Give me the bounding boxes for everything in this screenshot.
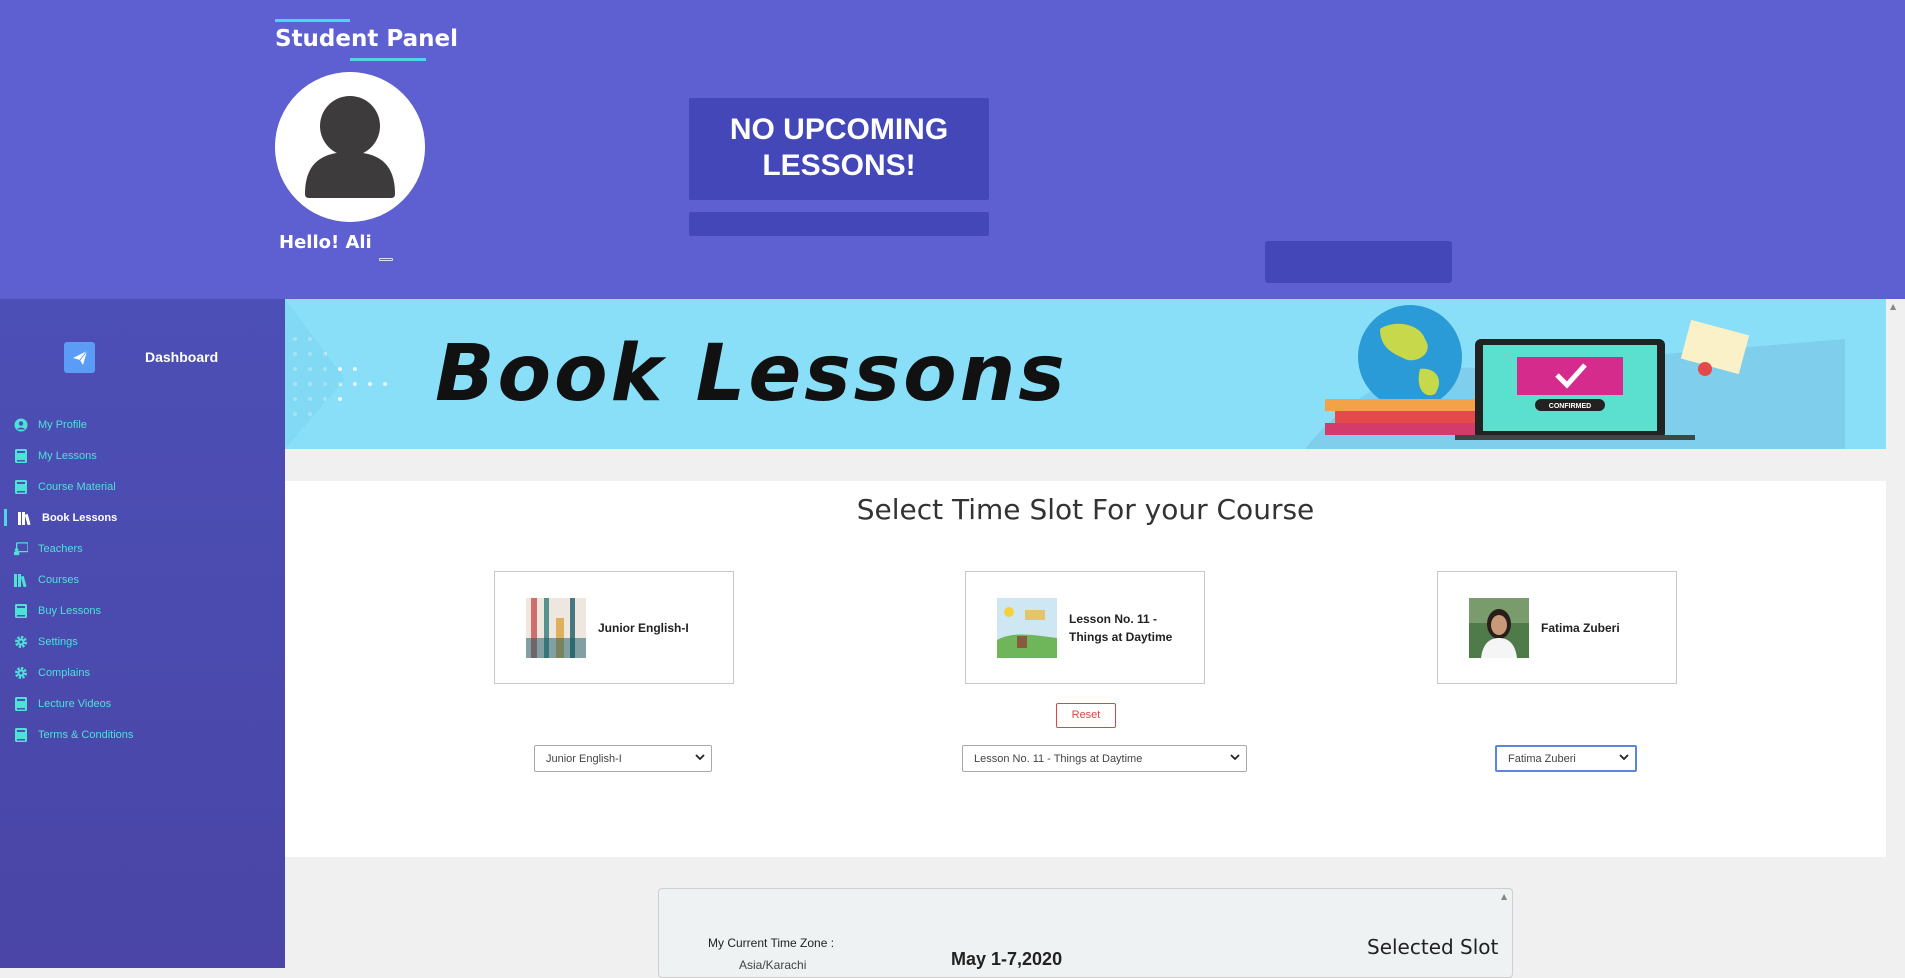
- course-card[interactable]: Junior English-I: [494, 571, 734, 684]
- confirmed-stamp-text: CONFIRMED: [1549, 403, 1591, 410]
- sidebar-item-courses[interactable]: Courses: [0, 564, 285, 595]
- sidebar-item-teachers[interactable]: Teachers: [0, 533, 285, 564]
- sidebar-item-label: Teachers: [38, 542, 83, 555]
- teacher-name: Fatima Zuberi: [1541, 620, 1620, 635]
- chevron-down-icon: [1230, 752, 1240, 765]
- sidebar: Dashboard My Profile My Lessons Course M…: [0, 299, 285, 968]
- sidebar-item-label: Courses: [38, 573, 79, 586]
- sidebar-item-label: My Profile: [38, 418, 87, 431]
- sidebar-item-label: Complains: [38, 666, 90, 679]
- sidebar-item-label: My Lessons: [38, 449, 97, 462]
- sidebar-item-label: Book Lessons: [42, 511, 118, 524]
- sidebar-item-label: Terms & Conditions: [38, 728, 134, 741]
- upcoming-lessons-bar: [689, 212, 989, 236]
- sidebar-item-my-lessons[interactable]: My Lessons: [0, 440, 285, 471]
- lesson-card[interactable]: Lesson No. 11 - Things at Daytime: [965, 571, 1205, 684]
- timezone-label: My Current Time Zone :: [708, 936, 835, 950]
- chevron-down-icon: [1619, 752, 1629, 765]
- sidebar-item-course-material[interactable]: Course Material: [0, 471, 285, 502]
- dot-pattern-decoration: [285, 299, 387, 449]
- gear-icon: [14, 666, 28, 680]
- chalkboard-teacher-icon: [14, 541, 28, 556]
- book-lessons-banner: Book Lessons CONFIRMED: [285, 299, 1886, 449]
- sidebar-item-terms-conditions[interactable]: Terms & Conditions: [0, 719, 285, 750]
- sidebar-item-label: Lecture Videos: [38, 697, 112, 710]
- title-underline: [350, 58, 426, 61]
- section-title: Select Time Slot For your Course: [856, 493, 1315, 526]
- top-header: Student Panel Hello! Ali NO UPCOMING LES…: [0, 0, 1905, 299]
- teacher-select[interactable]: Fatima Zuberi: [1495, 745, 1637, 772]
- teacher-card[interactable]: Fatima Zuberi: [1437, 571, 1677, 684]
- selected-slot-heading: Selected Slot: [1367, 935, 1499, 959]
- lesson-name: Lesson No. 11 - Things at Daytime: [1069, 611, 1173, 644]
- teacher-photo: [1469, 597, 1529, 658]
- course-select-value: Junior English-I: [546, 752, 622, 765]
- title-accent-line: [275, 19, 350, 22]
- user-silhouette-icon: [275, 72, 425, 222]
- course-thumbnail: [526, 597, 586, 658]
- week-range: May 1-7,2020: [951, 949, 1063, 969]
- book-icon: [14, 696, 28, 711]
- greeting: Hello! Ali: [279, 232, 372, 253]
- books-icon: [18, 511, 32, 525]
- sidebar-item-complains[interactable]: Complains: [0, 657, 285, 688]
- book-icon: [14, 603, 28, 618]
- avatar[interactable]: [275, 72, 425, 222]
- sidebar-item-my-profile[interactable]: My Profile: [0, 409, 285, 440]
- book-icon: [14, 727, 28, 742]
- teacher-select-value: Fatima Zuberi: [1508, 752, 1576, 765]
- banner-title: Book Lessons: [435, 329, 1068, 419]
- dashboard-link[interactable]: Dashboard: [145, 349, 218, 365]
- scroll-up-arrow-icon[interactable]: ▲: [1501, 892, 1507, 901]
- chevron-down-icon: [695, 752, 705, 765]
- course-select[interactable]: Junior English-I: [534, 745, 712, 772]
- upcoming-lessons-notice: NO UPCOMING LESSONS!: [689, 98, 989, 200]
- paper-plane-icon[interactable]: [64, 342, 95, 373]
- sidebar-item-label: Course Material: [38, 480, 116, 493]
- lesson-select-value: Lesson No. 11 - Things at Daytime: [974, 752, 1143, 765]
- sidebar-item-label: Settings: [38, 635, 78, 648]
- sidebar-item-book-lessons[interactable]: Book Lessons: [0, 502, 285, 533]
- user-circle-icon: [14, 418, 28, 432]
- book-icon: [14, 479, 28, 494]
- panel-title: Student Panel: [275, 26, 458, 52]
- sidebar-item-lecture-videos[interactable]: Lecture Videos: [0, 688, 285, 719]
- book-icon: [14, 448, 28, 463]
- scroll-up-arrow-icon[interactable]: ▲: [1890, 302, 1896, 311]
- timezone-value: Asia/Karachi: [739, 958, 807, 972]
- sidebar-nav: My Profile My Lessons Course Material Bo…: [0, 409, 285, 750]
- sidebar-item-buy-lessons[interactable]: Buy Lessons: [0, 595, 285, 626]
- globe-laptop-illustration: CONFIRMED: [1305, 305, 1845, 449]
- lesson-select[interactable]: Lesson No. 11 - Things at Daytime: [962, 745, 1247, 772]
- books-icon: [14, 573, 28, 587]
- reset-button[interactable]: Reset: [1056, 703, 1116, 728]
- timezone-panel: My Current Time Zone : Asia/Karachi May …: [658, 888, 1513, 978]
- gear-icon: [14, 635, 28, 649]
- sidebar-item-label: Buy Lessons: [38, 604, 101, 617]
- dropdown-toggle[interactable]: [379, 258, 393, 261]
- time-slot-section: Select Time Slot For your Course Junior …: [285, 481, 1886, 857]
- header-action-button[interactable]: [1265, 241, 1452, 283]
- lesson-thumbnail: [997, 597, 1057, 658]
- sidebar-item-settings[interactable]: Settings: [0, 626, 285, 657]
- course-name: Junior English-I: [598, 620, 689, 635]
